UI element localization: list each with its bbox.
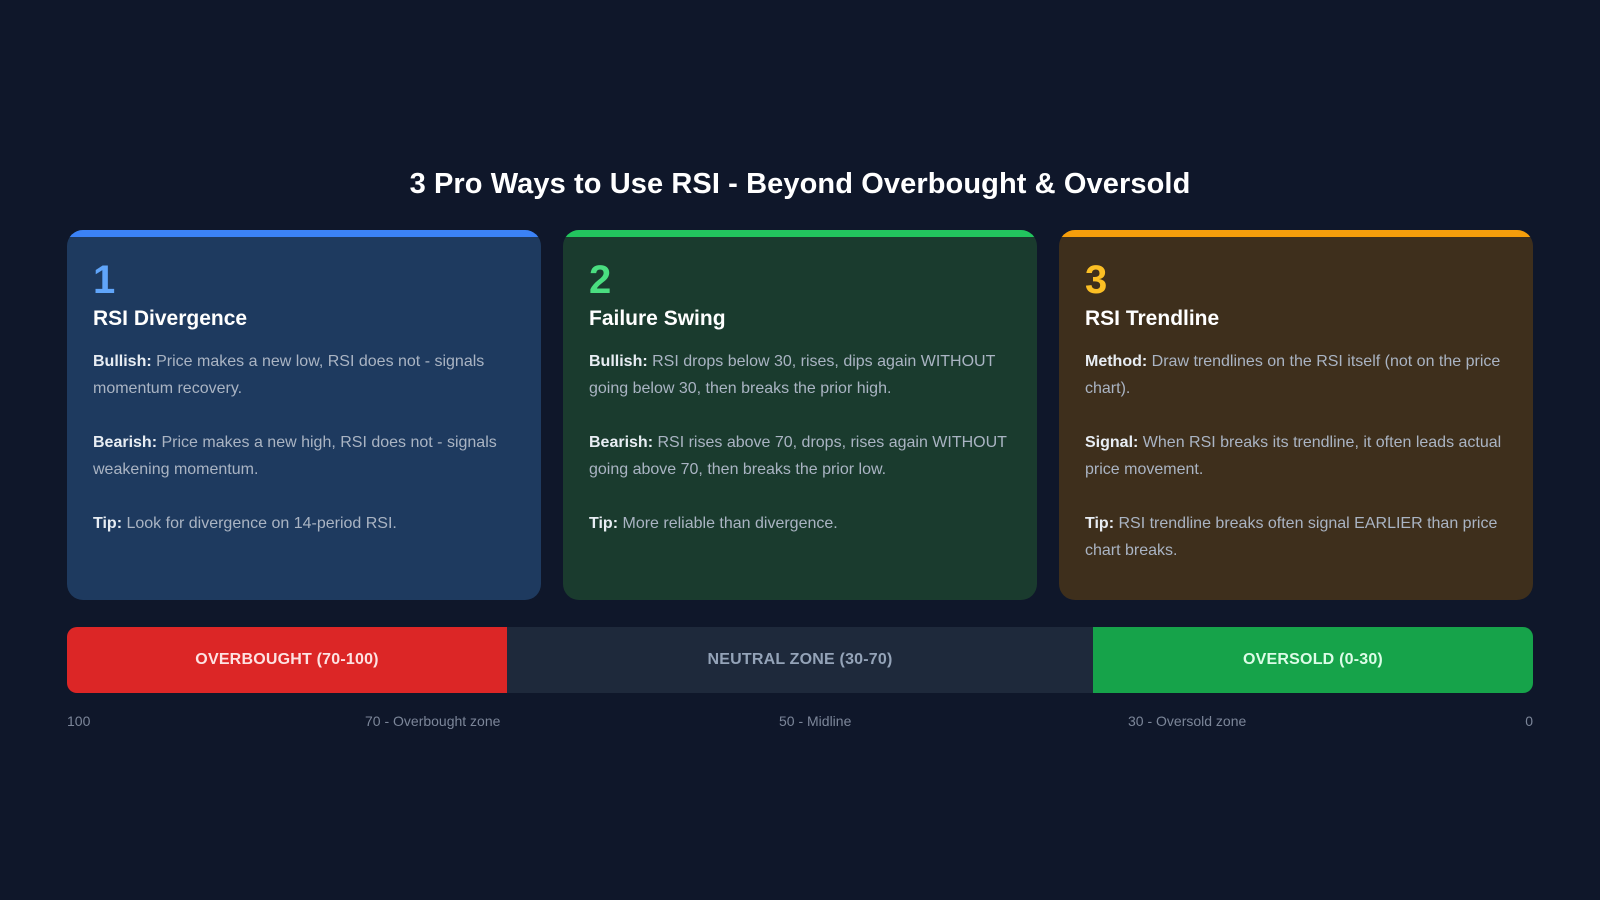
card-paragraph-bullish: Bullish: Price makes a new low, RSI does… — [93, 348, 515, 402]
card-accent-bar — [563, 230, 1037, 237]
paragraph-label: Tip: — [589, 515, 619, 532]
strategy-cards: 1 RSI Divergence Bullish: Price makes a … — [67, 230, 1533, 600]
paragraph-text: Draw trendlines on the RSI itself (not o… — [1085, 353, 1501, 397]
paragraph-text: RSI trendline breaks often signal EARLIE… — [1085, 515, 1498, 559]
card-title: RSI Divergence — [93, 307, 248, 330]
card-title: Failure Swing — [589, 307, 726, 330]
paragraph-text: More reliable than divergence. — [622, 515, 838, 532]
page-title: 3 Pro Ways to Use RSI - Beyond Overbough… — [409, 168, 1191, 200]
paragraph-label: Signal: — [1085, 434, 1139, 451]
rsi-zone-bar: OVERBOUGHT (70-100) NEUTRAL ZONE (30-70)… — [67, 627, 1533, 693]
card-paragraph-bearish: Bearish: Price makes a new high, RSI doe… — [93, 429, 515, 483]
card-number: 2 — [589, 258, 612, 302]
scale-label-70: 70 - Overbought zone — [365, 713, 501, 729]
paragraph-text: Look for divergence on 14-period RSI. — [126, 515, 397, 532]
zone-oversold: OVERSOLD (0-30) — [1093, 627, 1533, 693]
card-paragraph-bullish: Bullish: RSI drops below 30, rises, dips… — [589, 348, 1011, 402]
card-paragraph-signal: Signal: When RSI breaks its trendline, i… — [1085, 429, 1507, 483]
paragraph-text: RSI drops below 30, rises, dips again WI… — [589, 353, 996, 397]
card-number: 3 — [1085, 258, 1108, 302]
paragraph-label: Bearish: — [589, 434, 654, 451]
card-rsi-divergence: 1 RSI Divergence Bullish: Price makes a … — [67, 230, 541, 600]
paragraph-label: Bearish: — [93, 434, 158, 451]
scale-label-30: 30 - Oversold zone — [1128, 713, 1247, 729]
card-paragraph-tip: Tip: RSI trendline breaks often signal E… — [1085, 510, 1507, 564]
paragraph-text: Price makes a new low, RSI does not - si… — [93, 353, 485, 397]
infographic-page: 3 Pro Ways to Use RSI - Beyond Overbough… — [0, 0, 1600, 900]
paragraph-label: Bullish: — [589, 353, 648, 370]
card-number: 1 — [93, 258, 116, 302]
card-failure-swing: 2 Failure Swing Bullish: RSI drops below… — [563, 230, 1037, 600]
paragraph-label: Tip: — [1085, 515, 1115, 532]
card-paragraph-tip: Tip: More reliable than divergence. — [589, 510, 1011, 537]
scale-label-0: 0 — [1525, 713, 1533, 729]
paragraph-label: Method: — [1085, 353, 1148, 370]
scale-label-100: 100 — [67, 713, 91, 729]
card-paragraph-bearish: Bearish: RSI rises above 70, drops, rise… — [589, 429, 1011, 483]
card-paragraph-tip: Tip: Look for divergence on 14-period RS… — [93, 510, 515, 537]
zone-neutral: NEUTRAL ZONE (30-70) — [507, 627, 1093, 693]
card-accent-bar — [67, 230, 541, 237]
rsi-scale-labels: 100 70 - Overbought zone 50 - Midline 30… — [67, 713, 1533, 733]
card-rsi-trendline: 3 RSI Trendline Method: Draw trendlines … — [1059, 230, 1533, 600]
paragraph-label: Tip: — [93, 515, 123, 532]
paragraph-label: Bullish: — [93, 353, 152, 370]
card-accent-bar — [1059, 230, 1533, 237]
card-title: RSI Trendline — [1085, 307, 1220, 330]
card-paragraph-method: Method: Draw trendlines on the RSI itsel… — [1085, 348, 1507, 402]
scale-label-50: 50 - Midline — [779, 713, 852, 729]
paragraph-text: When RSI breaks its trendline, it often … — [1085, 434, 1502, 478]
zone-overbought: OVERBOUGHT (70-100) — [67, 627, 507, 693]
